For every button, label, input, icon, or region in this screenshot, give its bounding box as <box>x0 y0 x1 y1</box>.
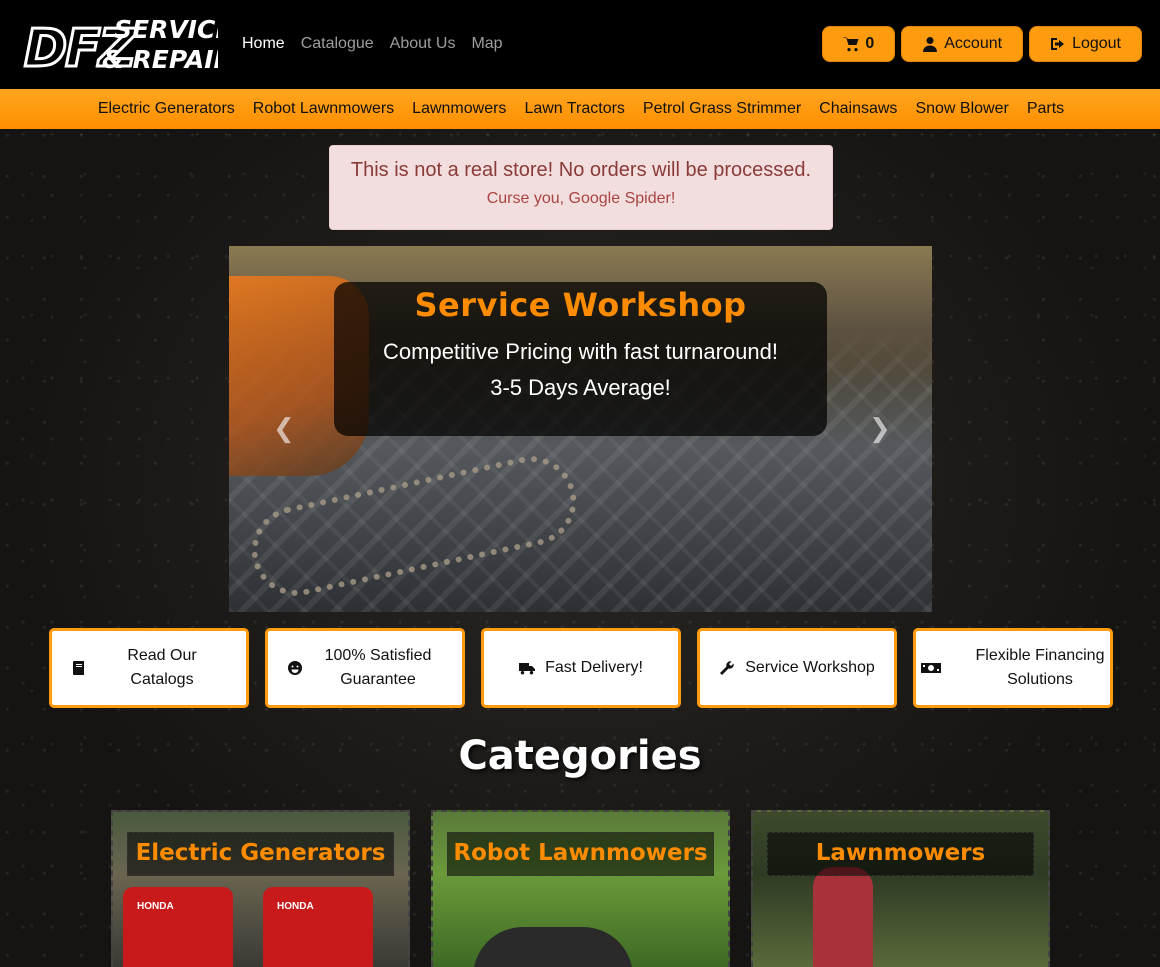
alert-message: This is not a real store! No orders will… <box>350 159 812 181</box>
nav-about-link[interactable]: About Us <box>390 34 456 54</box>
generator-brand-text: HONDA <box>277 901 314 912</box>
categories-heading: Categories <box>458 733 702 779</box>
category-card-title: Lawnmowers <box>767 832 1034 876</box>
logout-button[interactable]: Logout <box>1029 26 1142 62</box>
chevron-left-icon[interactable]: ❮ <box>273 415 295 441</box>
truck-icon <box>519 663 536 675</box>
catbar-lawn-tractors[interactable]: Lawn Tractors <box>524 100 624 118</box>
catbar-chainsaws[interactable]: Chainsaws <box>819 100 897 118</box>
feature-label: Service Workshop <box>745 659 875 676</box>
chevron-right-icon[interactable]: ❯ <box>869 415 891 441</box>
catbar-robot-lawnmowers[interactable]: Robot Lawnmowers <box>253 100 394 118</box>
category-card-title: Electric Generators <box>127 832 394 876</box>
money-icon <box>921 663 941 673</box>
main-nav: Home Catalogue About Us Map <box>242 34 503 54</box>
wrench-icon <box>720 661 734 675</box>
carousel-caption: Service Workshop Competitive Pricing wit… <box>334 282 827 436</box>
catbar-lawnmowers[interactable]: Lawnmowers <box>412 100 506 118</box>
category-card-title: Robot Lawnmowers <box>447 832 714 876</box>
generator-brand-text: HONDA <box>137 901 174 912</box>
feature-service-workshop[interactable]: Service Workshop <box>697 628 897 708</box>
logo-service-text: SERVICE <box>114 15 218 44</box>
header-actions: 0 Account Logout <box>822 26 1142 62</box>
logout-icon <box>1051 38 1065 50</box>
account-button[interactable]: Account <box>901 26 1024 62</box>
generator-image: HONDA <box>263 887 373 967</box>
feature-fast-delivery[interactable]: Fast Delivery! <box>481 628 681 708</box>
account-label: Account <box>944 35 1003 52</box>
feature-label: Flexible Financing Solutions <box>975 647 1105 688</box>
catbar-parts[interactable]: Parts <box>1027 100 1064 118</box>
feature-label: 100% Satisfied Guarantee <box>324 647 432 688</box>
carousel-line2: 3-5 Days Average! <box>490 375 671 400</box>
generator-image: HONDA <box>123 887 233 967</box>
cart-icon <box>843 37 859 52</box>
book-icon <box>73 661 84 675</box>
user-icon <box>923 37 938 52</box>
category-card-electric-generators[interactable]: HONDA HONDA Electric Generators <box>111 810 410 967</box>
nav-home-link[interactable]: Home <box>242 34 285 54</box>
brand-logo[interactable]: DFZ SERVICE & REPAIR <box>22 12 219 76</box>
feature-label: Fast Delivery! <box>545 659 643 676</box>
feature-satisfaction-guarantee[interactable]: 100% Satisfied Guarantee <box>265 628 465 708</box>
logo-repair-text: & REPAIR <box>102 45 218 74</box>
category-nav-bar: Electric Generators Robot Lawnmowers Law… <box>0 89 1160 129</box>
catbar-electric-generators[interactable]: Electric Generators <box>98 100 235 118</box>
hero-carousel[interactable]: Service Workshop Competitive Pricing wit… <box>229 246 932 612</box>
feature-boxes: Read Our Catalogs 100% Satisfied Guarant… <box>49 628 1113 708</box>
carousel-title: Service Workshop <box>414 286 747 324</box>
smile-icon <box>288 661 302 675</box>
logout-label: Logout <box>1072 35 1121 52</box>
nav-map-link[interactable]: Map <box>471 34 502 54</box>
cart-count: 0 <box>865 35 875 52</box>
mower-person-image <box>813 867 873 967</box>
alert-submessage: Curse you, Google Spider! <box>486 190 676 207</box>
feature-read-catalogs[interactable]: Read Our Catalogs <box>49 628 249 708</box>
feature-financing[interactable]: Flexible Financing Solutions <box>913 628 1113 708</box>
carousel-line1: Competitive Pricing with fast turnaround… <box>383 339 778 364</box>
catbar-snow-blower[interactable]: Snow Blower <box>915 100 1008 118</box>
catbar-petrol-grass-strimmer[interactable]: Petrol Grass Strimmer <box>643 100 801 118</box>
robot-mower-image <box>473 927 633 967</box>
feature-label: Read Our Catalogs <box>127 647 197 688</box>
nav-catalogue-link[interactable]: Catalogue <box>301 34 374 54</box>
category-card-robot-lawnmowers[interactable]: Robot Lawnmowers <box>431 810 730 967</box>
cart-button[interactable]: 0 <box>822 26 896 62</box>
top-navbar: DFZ SERVICE & REPAIR Home Catalogue Abou… <box>0 0 1160 89</box>
category-card-lawnmowers[interactable]: Lawnmowers <box>751 810 1050 967</box>
demo-store-alert: This is not a real store! No orders will… <box>329 145 833 230</box>
